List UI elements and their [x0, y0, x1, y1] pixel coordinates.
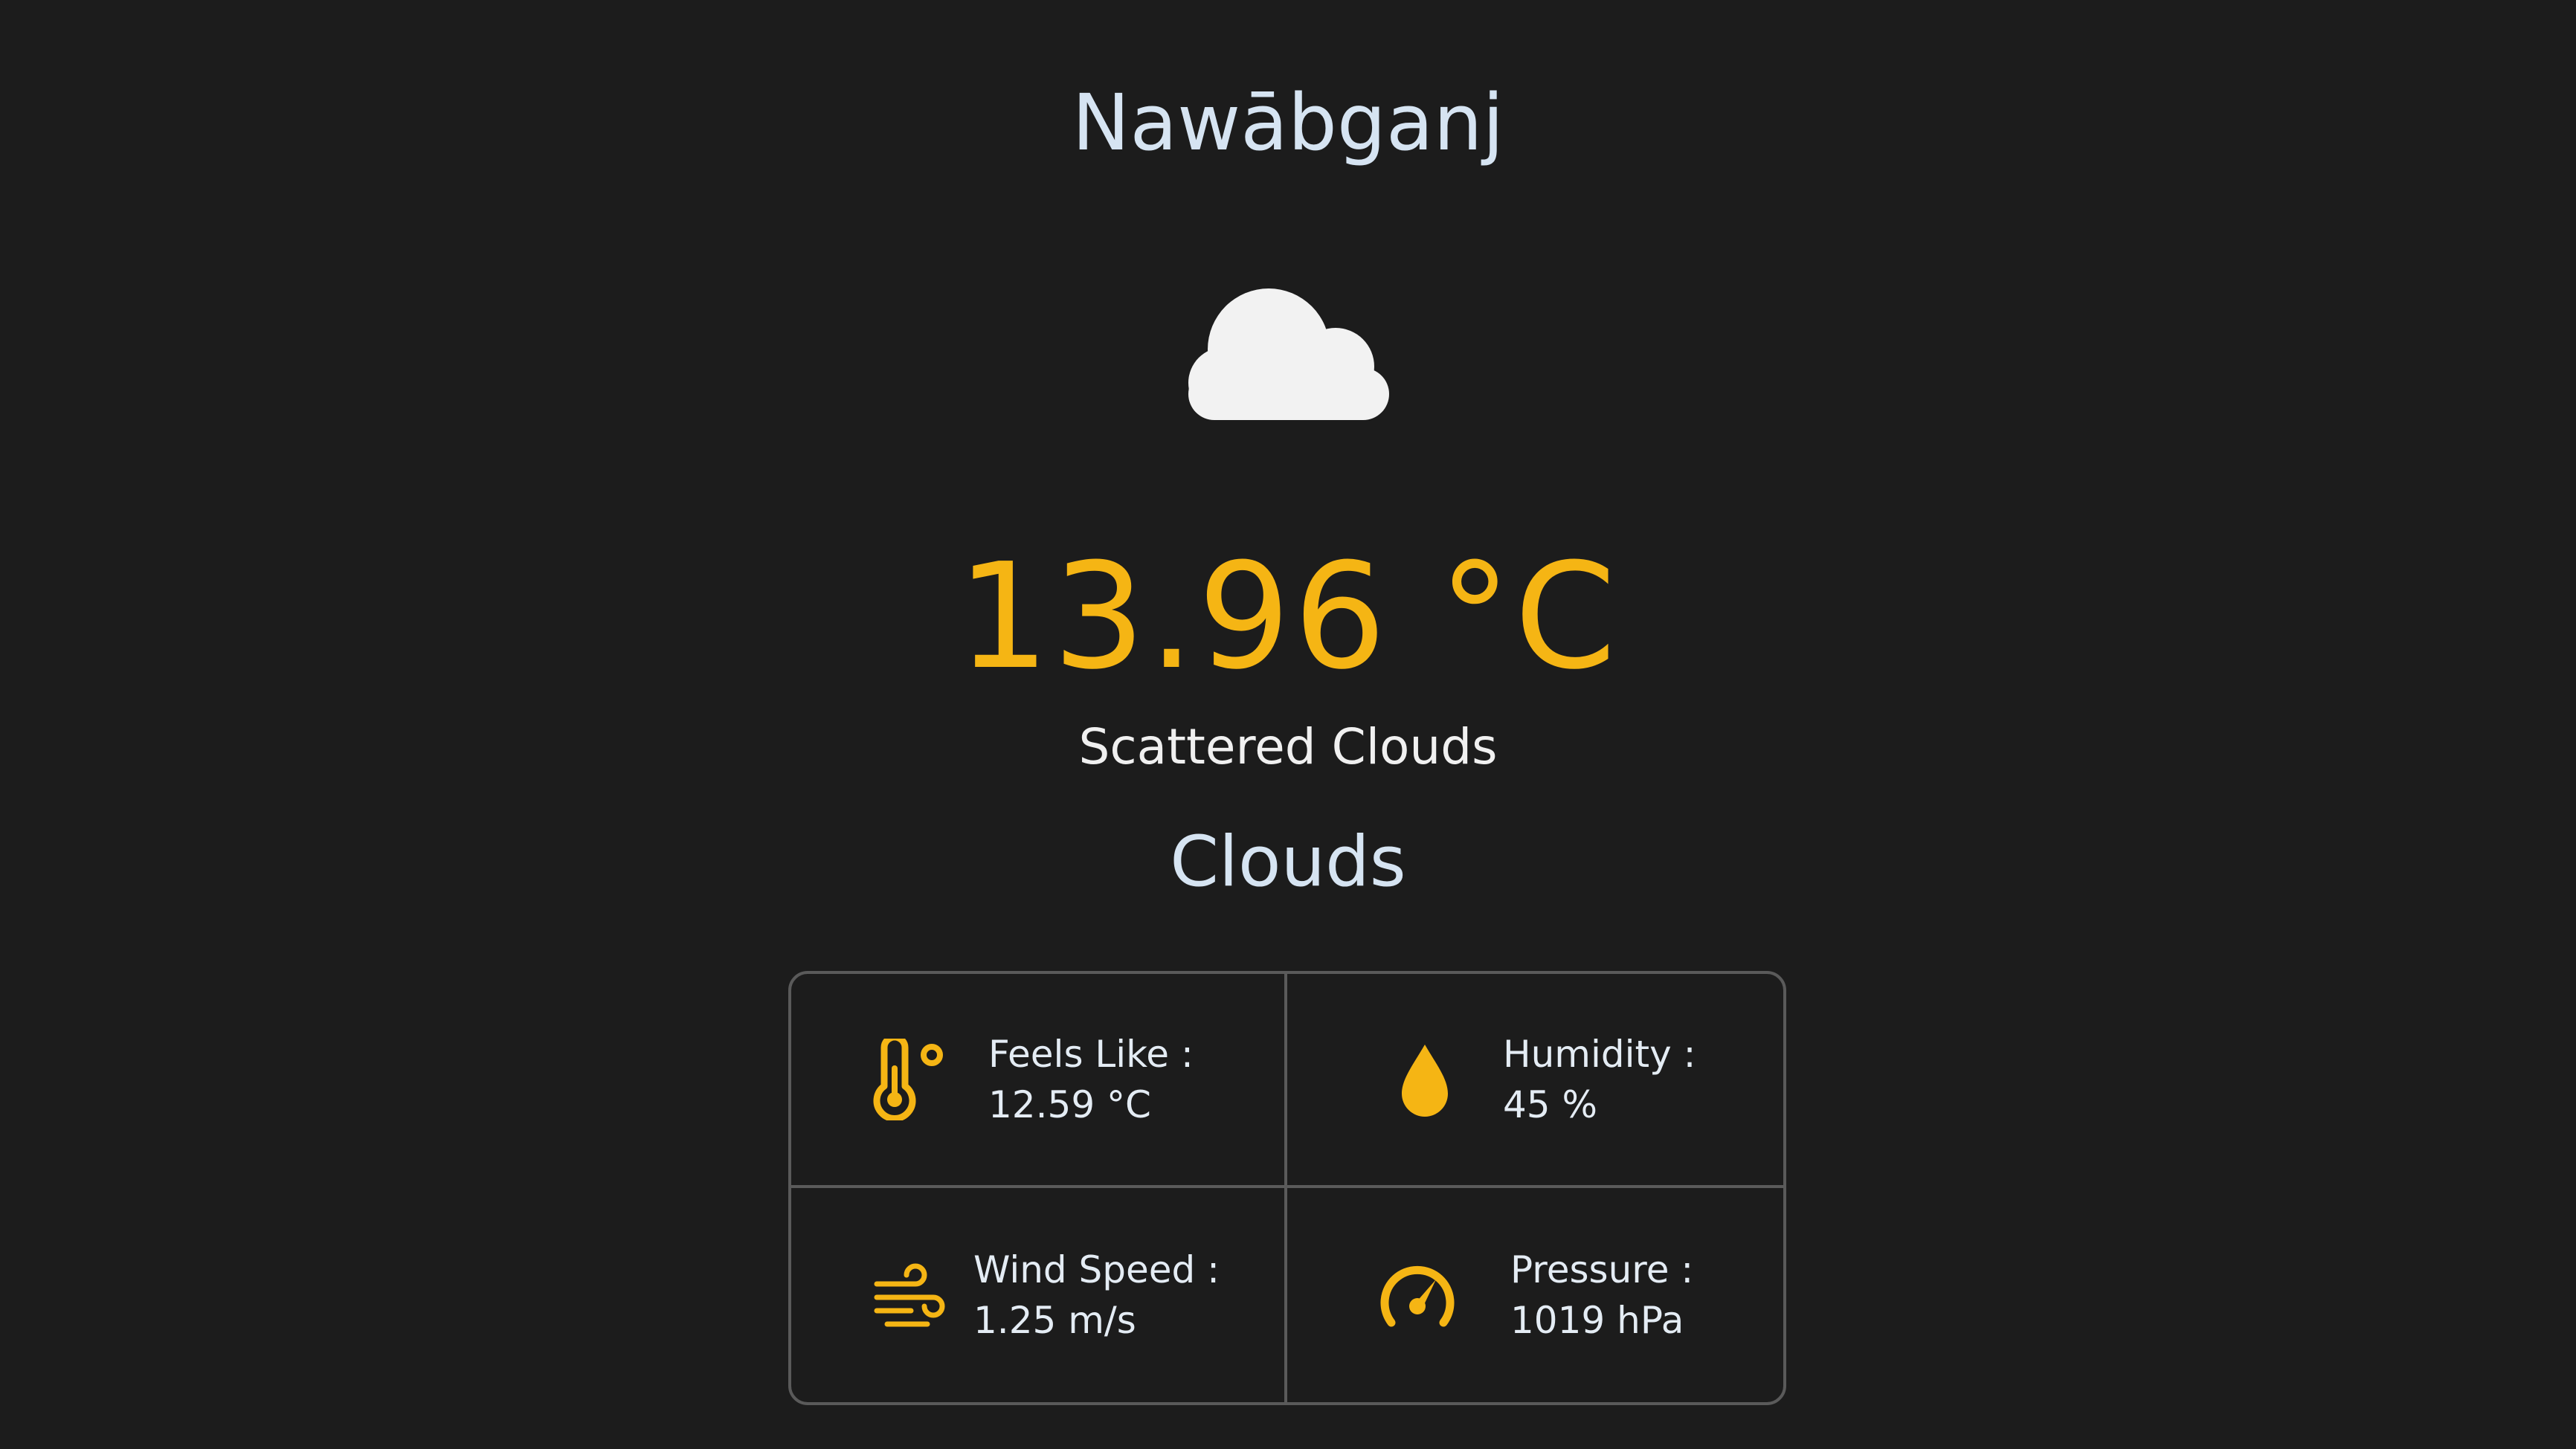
- pressure-label: Pressure :: [1510, 1248, 1694, 1291]
- humidity-label: Humidity :: [1503, 1033, 1696, 1076]
- gauge-icon: [1380, 1265, 1455, 1327]
- city-name: Nawābganj: [1072, 77, 1504, 168]
- pressure-value: 1019 hPa: [1510, 1299, 1684, 1342]
- feels-like-value: 12.59 °C: [988, 1083, 1151, 1126]
- cloud-icon: [1188, 288, 1389, 420]
- details-grid: Feels Like : 12.59 °C Humidity : 45 % Wi…: [788, 971, 1786, 1405]
- weather-description: Scattered Clouds: [1078, 718, 1498, 775]
- wind-speed-card: Wind Speed : 1.25 m/s: [791, 1188, 1287, 1402]
- humidity-value: 45 %: [1503, 1083, 1598, 1126]
- thermometer-icon: [873, 1039, 943, 1120]
- humidity-card: Humidity : 45 %: [1287, 974, 1783, 1188]
- wind-icon: [874, 1263, 945, 1327]
- wind-speed-value: 1.25 m/s: [973, 1299, 1136, 1342]
- feels-like-label: Feels Like :: [988, 1033, 1194, 1076]
- weather-main: Clouds: [1170, 822, 1406, 903]
- pressure-card: Pressure : 1019 hPa: [1287, 1188, 1783, 1402]
- temperature: 13.96 °C: [956, 532, 1620, 702]
- feels-like-card: Feels Like : 12.59 °C: [791, 974, 1287, 1188]
- wind-speed-label: Wind Speed :: [973, 1248, 1220, 1291]
- water-drop-icon: [1402, 1045, 1448, 1117]
